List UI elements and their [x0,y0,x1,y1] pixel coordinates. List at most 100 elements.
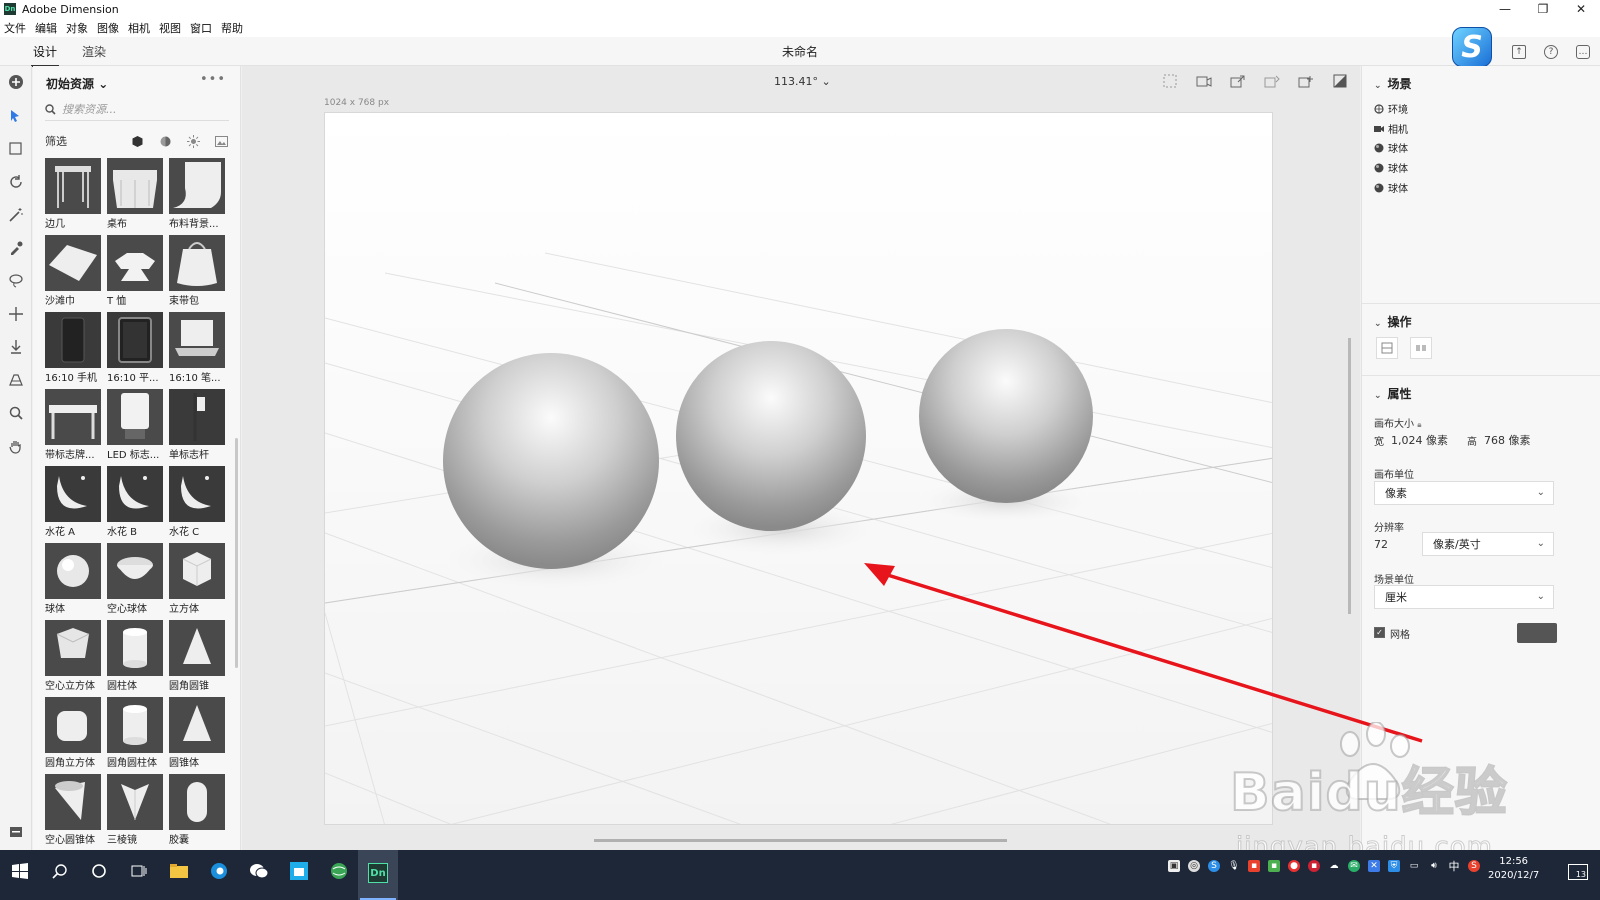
asset-tile[interactable]: 束带包 [169,235,227,309]
search-input[interactable] [62,103,222,116]
scene-item-sphere[interactable]: 球体 [1374,140,1408,155]
taskbar-clock[interactable]: 12:56 2020/12/7 [1488,855,1539,883]
asset-tile[interactable]: 空心球体 [107,543,165,617]
resolution-value[interactable]: 72 [1374,538,1388,551]
asset-tile[interactable]: 桌布 [107,158,165,232]
canvas-unit-select[interactable]: 像素 ⌄ [1374,481,1554,505]
file-explorer-icon[interactable] [168,860,190,882]
asset-tile[interactable]: 立方体 [169,543,227,617]
select-tool-icon[interactable] [8,108,24,124]
panel-toggle-icon[interactable] [8,824,24,840]
asset-tile[interactable]: 边几 [45,158,103,232]
render-canvas[interactable] [324,112,1273,825]
drop-to-ground-icon[interactable] [8,339,24,355]
cortana-icon[interactable] [88,860,110,882]
sample-tool-icon[interactable] [8,240,24,256]
asset-tile[interactable]: 圆角圆锥 [169,620,227,694]
tray-app-icon[interactable]: ▪ [1248,860,1260,872]
distribute-action-icon[interactable] [1410,337,1432,359]
lights-filter-icon[interactable] [185,134,201,148]
asset-tile[interactable]: 沙滩巾 [45,235,103,309]
redo-camera-icon[interactable] [1298,74,1314,88]
tray-sogou-ime-icon[interactable]: S [1468,860,1480,872]
browser-globe-icon[interactable] [328,860,350,882]
asset-tile[interactable]: 球体 [45,543,103,617]
cloud-icon[interactable]: ☁︎ [1328,860,1340,872]
asset-tile[interactable]: 16:10 笔... [169,312,227,386]
tray-wechat-icon[interactable]: ✉︎ [1348,860,1360,872]
orbit-tool-icon[interactable] [8,174,24,190]
magic-wand-icon[interactable] [8,207,24,223]
models-filter-icon[interactable] [129,134,145,148]
render-preview-icon[interactable] [1332,74,1348,88]
undo-camera-icon[interactable] [1264,74,1280,88]
microphone-icon[interactable]: 🎙︎ [1228,860,1240,872]
tray-sogou-icon[interactable]: S [1208,860,1220,872]
grid-color-swatch[interactable] [1517,623,1557,643]
minimize-button[interactable]: — [1486,0,1524,18]
marquee-tool-icon[interactable] [8,141,24,157]
asset-tile[interactable]: 胶囊 [169,774,227,848]
materials-filter-icon[interactable] [157,134,173,148]
store-icon[interactable] [288,860,310,882]
height-value[interactable]: 768 像素 [1484,432,1531,448]
perspective-tool-icon[interactable] [8,372,24,388]
menu-edit[interactable]: 编辑 [35,20,57,36]
asset-tile[interactable]: 单标志杆 [169,389,227,463]
menu-help[interactable]: 帮助 [221,20,243,36]
asset-tile[interactable]: 圆锥体 [169,697,227,771]
scene-unit-select[interactable]: 厘米 ⌄ [1374,585,1554,609]
properties-section-header[interactable]: ⌄ 属性 [1374,385,1412,402]
more-options-icon[interactable]: ••• [200,72,226,87]
share-icon[interactable]: ↑ [1512,45,1526,59]
windows-start-icon[interactable] [9,860,31,882]
ime-indicator[interactable]: 中 [1448,860,1460,873]
camera-angle-dropdown[interactable]: 113.41° ⌄ [774,75,831,88]
asset-tile[interactable]: 16:10 平... [107,312,165,386]
viewport-horizontal-scrollbar[interactable] [594,839,1007,842]
resolution-unit-select[interactable]: 像素/英寸 ⌄ [1422,532,1554,556]
sphere-2[interactable] [676,341,866,531]
tab-render[interactable]: 渲染 [82,43,106,60]
asset-tile[interactable]: 圆角立方体 [45,697,103,771]
scene-item-sphere[interactable]: 球体 [1374,160,1408,175]
menu-view[interactable]: 视图 [159,20,181,36]
images-filter-icon[interactable] [213,134,229,148]
tray-app-icon[interactable]: ▪ [1308,860,1320,872]
feedback-icon[interactable]: … [1576,45,1590,59]
asset-tile[interactable]: 圆角圆柱体 [107,697,165,771]
menu-object[interactable]: 对象 [66,20,88,36]
menu-camera[interactable]: 相机 [128,20,150,36]
sphere-1[interactable] [443,353,659,569]
tab-design[interactable]: 设计 [30,43,60,67]
zoom-tool-icon[interactable] [8,405,24,421]
add-icon[interactable] [8,74,24,90]
tray-sync-icon[interactable]: ◎ [1188,860,1200,872]
sphere-3[interactable] [919,329,1093,503]
actions-section-header[interactable]: ⌄ 操作 [1374,313,1412,330]
volume-icon[interactable]: 🔊︎ [1428,860,1440,872]
assets-title[interactable]: 初始资源 ⌄ [46,75,108,92]
align-action-icon[interactable] [1376,337,1398,359]
viewport-vertical-scrollbar[interactable] [1348,338,1351,614]
asset-tile[interactable]: LED 标志... [107,389,165,463]
menu-file[interactable]: 文件 [4,20,26,36]
grid-checkbox[interactable]: ✓ [1374,627,1385,638]
lock-icon[interactable]: 🔒︎ [1417,420,1421,429]
hand-tool-icon[interactable] [8,438,24,454]
asset-tile[interactable]: 16:10 手机 [45,312,103,386]
scene-section-header[interactable]: ⌄ 场景 [1374,75,1412,92]
network-icon[interactable]: ▭ [1408,860,1420,872]
move-tool-icon[interactable] [8,306,24,322]
asset-tile[interactable]: 水花 A [45,466,103,540]
asset-tile[interactable]: 布料背景... [169,158,227,232]
asset-tile[interactable]: 三棱镜 [107,774,165,848]
camera-bookmark-icon[interactable] [1196,74,1212,88]
search-icon[interactable] [49,860,71,882]
shield-icon[interactable]: ⛨ [1388,860,1400,872]
close-button[interactable]: ✕ [1562,0,1600,18]
tray-nvidia-icon[interactable]: ▪ [1268,860,1280,872]
wechat-icon[interactable] [248,860,270,882]
scene-item-sphere[interactable]: 球体 [1374,180,1408,195]
frame-icon[interactable] [1162,74,1178,88]
